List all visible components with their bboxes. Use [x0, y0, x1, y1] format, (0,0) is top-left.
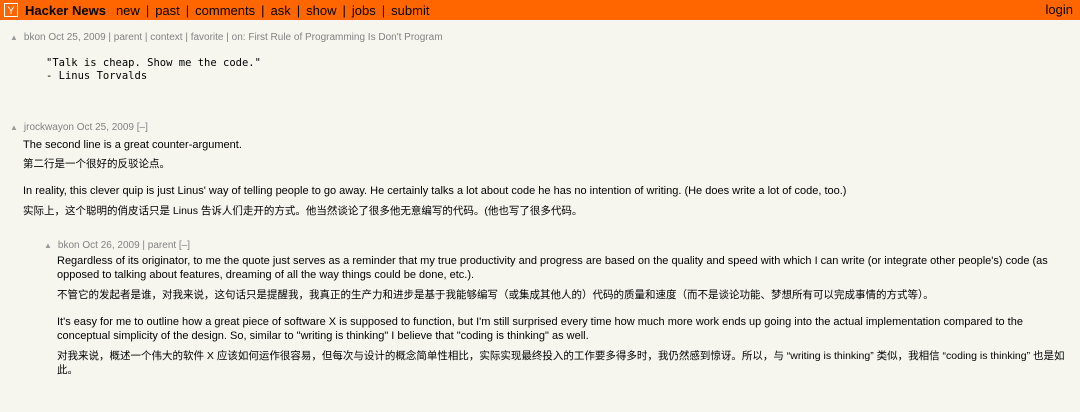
login-link[interactable]: login — [1046, 2, 1073, 17]
comment-author[interactable]: jrockway — [24, 122, 63, 133]
comment-paragraph-translation: 对我来说，概述一个伟大的软件 X 应该如何运作很容易，但每次与设计的概念简单性相… — [57, 350, 1065, 376]
nav-jobs[interactable]: jobs — [352, 3, 376, 18]
nav-show[interactable]: show — [306, 3, 336, 18]
main-nav: new | past | comments | ask | show | jobs | su… — [115, 2, 430, 18]
comment-author[interactable]: bk — [24, 32, 35, 43]
hn-logo[interactable]: Y — [4, 3, 18, 17]
nav-new[interactable]: new — [116, 3, 140, 18]
nav-past[interactable]: past — [155, 3, 180, 18]
code-line: - Linus Torvalds — [46, 70, 148, 82]
comment-body: Regardless of its originator, to me the … — [57, 254, 1067, 377]
nav-ask[interactable]: ask — [271, 3, 291, 18]
code-line: "Talk is cheap. Show me the code." — [46, 57, 261, 69]
comment-paragraph-translation: 实际上，这个聪明的俏皮话只是 Linus 告诉人们走开的方式。他当然谈论了很多他… — [23, 205, 583, 217]
comment-meta: ▲ bk on Oct 25, 2009 | parent | context … — [10, 32, 1070, 43]
code-block: "Talk is cheap. Show me the code." - Linu… — [46, 57, 1070, 83]
comment-meta: ▲ bk on Oct 26, 2009 | parent [–] — [44, 240, 1069, 251]
comment-meta-text: on Oct 26, 2009 | parent [–] — [68, 240, 191, 251]
site-title[interactable]: Hacker News — [25, 3, 106, 18]
comment-3: ▲ bk on Oct 26, 2009 | parent [–] Regard… — [44, 240, 1069, 377]
comment-meta-text: on Oct 25, 2009 | parent | context | fav… — [34, 32, 443, 43]
upvote-icon[interactable]: ▲ — [10, 123, 18, 132]
comment-paragraph-translation: 不管它的发起者是谁，对我来说，这句话只是提醒我，我真正的生产力和进步是基于我能够… — [57, 289, 934, 301]
nav-submit[interactable]: submit — [391, 3, 429, 18]
upvote-icon[interactable]: ▲ — [10, 33, 18, 42]
comment-author[interactable]: bk — [58, 240, 69, 251]
comment-body: The second line is a great counter-argum… — [23, 138, 1063, 218]
nav-comments[interactable]: comments — [195, 3, 255, 18]
upvote-icon[interactable]: ▲ — [44, 241, 52, 250]
comment-1: ▲ bk on Oct 25, 2009 | parent | context … — [10, 32, 1070, 83]
comment-paragraph: In reality, this clever quip is just Lin… — [23, 185, 847, 197]
comment-paragraph: Regardless of its originator, to me the … — [57, 255, 1048, 281]
comment-meta: ▲ jrockway on Oct 25, 2009 [–] — [10, 122, 1070, 133]
comment-paragraph-translation: 第二行是一个很好的反驳论点。 — [23, 158, 170, 170]
comment-2: ▲ jrockway on Oct 25, 2009 [–] The secon… — [10, 122, 1070, 218]
comment-meta-text: on Oct 25, 2009 [–] — [62, 122, 148, 133]
comment-paragraph: It's easy for me to outline how a great … — [57, 316, 1023, 342]
comment-paragraph: The second line is a great counter-argum… — [23, 139, 242, 151]
top-bar: Y Hacker News new | past | comments | ask | … — [0, 0, 1080, 20]
